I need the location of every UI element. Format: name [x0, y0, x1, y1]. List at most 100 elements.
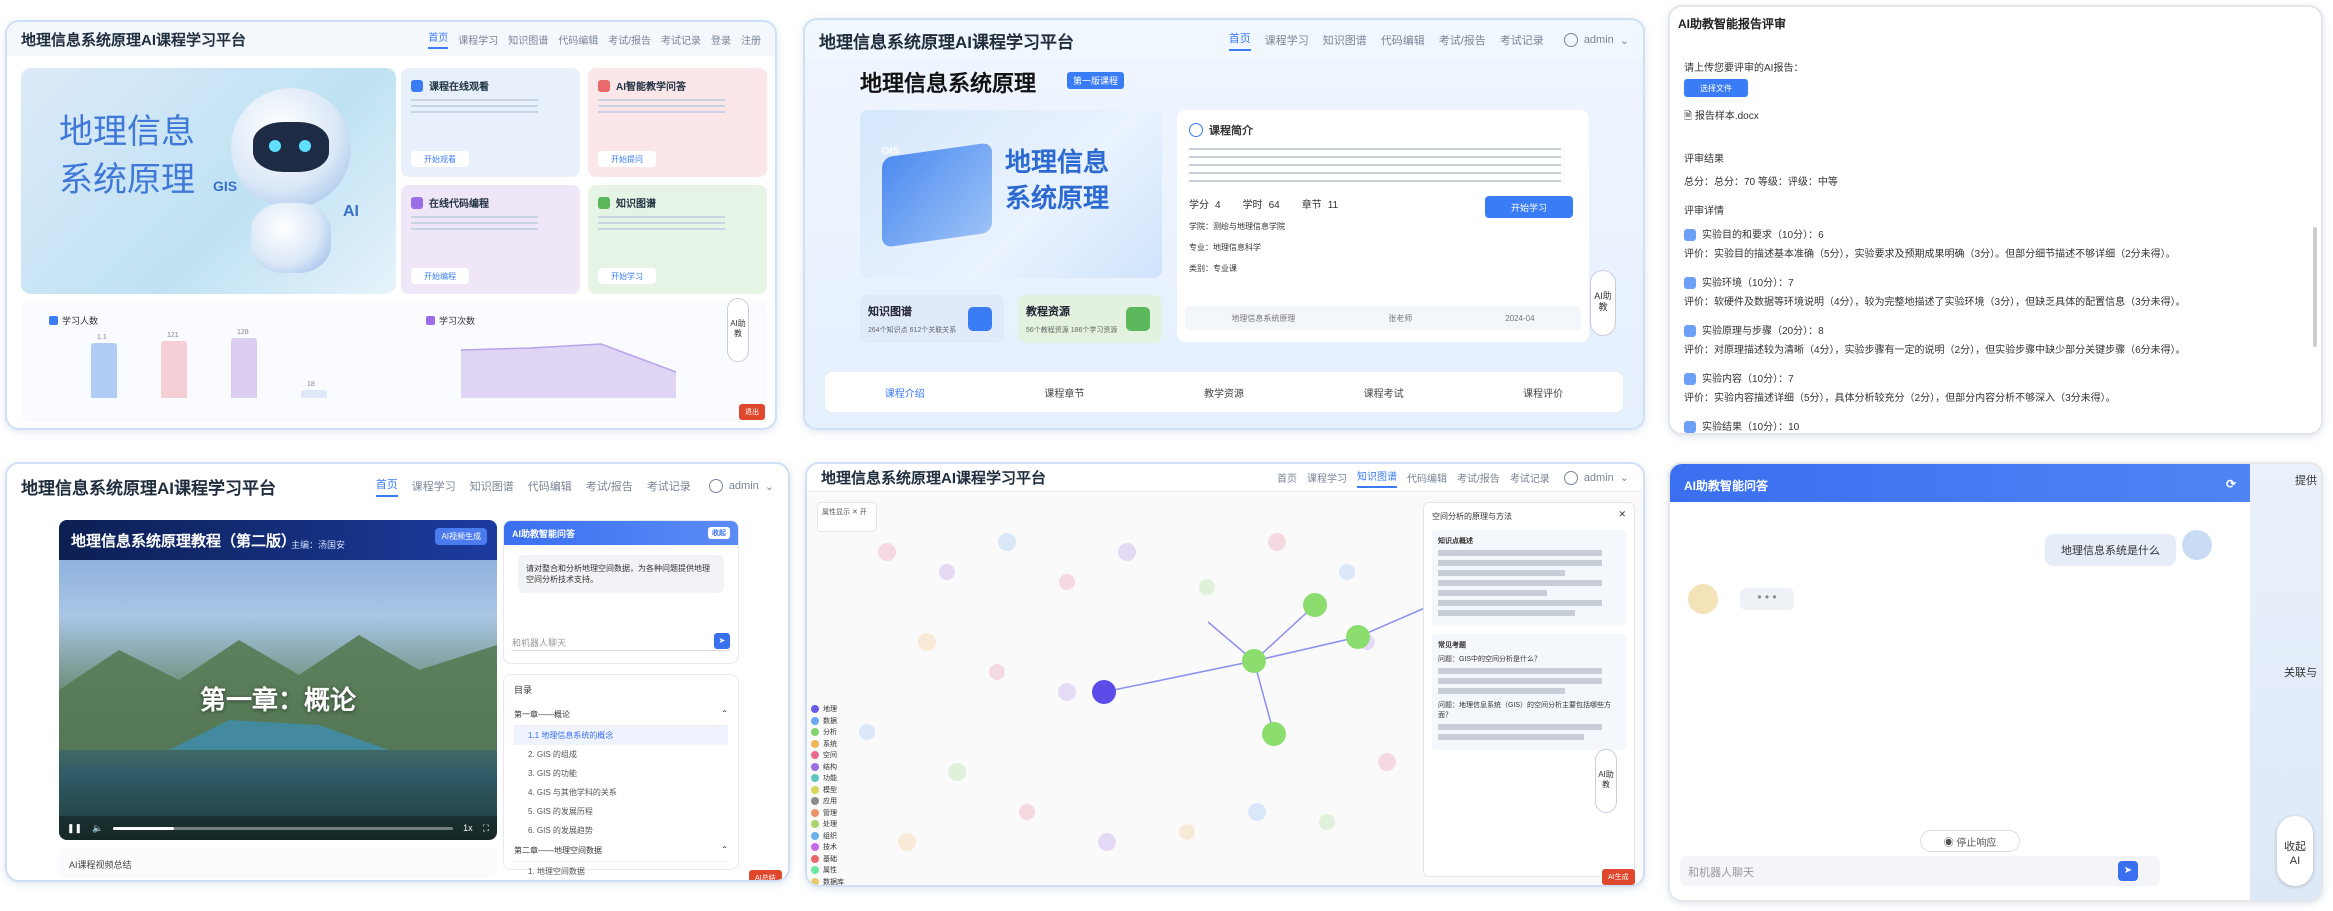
nav-code[interactable]: 代码编辑	[1407, 470, 1447, 485]
nav-exam-records[interactable]: 考试记录	[1510, 470, 1550, 485]
toggle-switch[interactable]: 开	[860, 509, 867, 516]
legend-item[interactable]: 处理	[811, 819, 851, 831]
nav-code[interactable]: 代码编辑	[528, 478, 572, 494]
nav-course[interactable]: 课程学习	[1307, 470, 1347, 485]
nav-home[interactable]: 首页	[428, 29, 449, 49]
legend-item[interactable]: 功能	[811, 773, 851, 785]
nav-home[interactable]: 首页	[1277, 470, 1297, 485]
toc-item[interactable]: 1.1 地理信息系统的概念	[514, 726, 728, 745]
nav-knowledge-graph[interactable]: 知识图谱	[1323, 32, 1367, 48]
feature-card-video[interactable]: 课程在线观看 开始观看	[401, 68, 580, 177]
chevron-up-icon: ⌃	[721, 845, 728, 854]
chat-input[interactable]: 和机器人聊天	[1680, 856, 2160, 886]
toc-item[interactable]: 5. GIS 的发展历程	[514, 802, 728, 821]
user-menu[interactable]: admin ⌄	[1563, 33, 1629, 47]
refresh-icon[interactable]: ⟳	[2226, 477, 2236, 491]
close-icon[interactable]: ✕	[1618, 509, 1626, 520]
graph-icon	[598, 196, 610, 209]
legend-item[interactable]: 属性	[811, 865, 851, 877]
legend-item[interactable]: 管理	[811, 808, 851, 820]
legend-item[interactable]: 技术	[811, 842, 851, 854]
legend-item[interactable]: 地理	[811, 704, 851, 716]
start-watch-button[interactable]: 开始观看	[411, 151, 469, 167]
tab-exam[interactable]: 课程考试	[1364, 385, 1404, 400]
resources-card[interactable]: 教程资源 56个教程资源 186个学习资源	[1018, 295, 1162, 343]
tab-review[interactable]: 课程评价	[1523, 385, 1563, 400]
legend-item[interactable]: 系统	[811, 739, 851, 751]
legend-item[interactable]: 分析	[811, 727, 851, 739]
toc-item[interactable]: 4. GIS 与其他学科的关系	[514, 783, 728, 802]
nav-knowledge-graph[interactable]: 知识图谱	[470, 478, 514, 494]
legend-item[interactable]: 结构	[811, 762, 851, 774]
progress-bar[interactable]	[113, 826, 454, 830]
fullscreen-icon[interactable]: ⛶	[483, 823, 489, 834]
nav-register[interactable]: 注册	[741, 32, 761, 47]
legend-item[interactable]: 数据	[811, 716, 851, 728]
legend-item[interactable]: 基础	[811, 854, 851, 866]
send-icon[interactable]: ➤	[714, 633, 730, 649]
stop-response-button[interactable]: ◉ 停止响应	[1920, 830, 2020, 852]
tab-intro[interactable]: 课程介绍	[885, 385, 925, 400]
nav-code[interactable]: 代码编辑	[1381, 32, 1425, 48]
pause-icon[interactable]: ❚❚	[67, 823, 82, 834]
nav-course[interactable]: 课程学习	[412, 478, 456, 494]
toc-chapter[interactable]: 第二章——地理空间数据 ⌃	[514, 840, 728, 862]
legend-item[interactable]: 数据库	[811, 877, 851, 885]
speed-selector[interactable]: 1x	[463, 823, 473, 833]
feature-card-code[interactable]: 在线代码编程 开始编程	[401, 185, 580, 294]
toc-chapter[interactable]: 第一章——概论 ⌃	[514, 704, 728, 726]
nav-exam-records[interactable]: 考试记录	[1500, 32, 1544, 48]
tab-chapters[interactable]: 课程章节	[1044, 385, 1084, 400]
collapse-button[interactable]: 收起	[708, 527, 730, 539]
choose-file-button[interactable]: 选择文件	[1684, 79, 1748, 97]
volume-icon[interactable]: 🔈	[92, 823, 103, 834]
nav-exam-records[interactable]: 考试记录	[661, 32, 701, 47]
nav-home[interactable]: 首页	[1228, 30, 1251, 51]
feature-card-qa[interactable]: AI智能教学问答 开始提问	[588, 68, 767, 177]
legend-item[interactable]: 组织	[811, 831, 851, 843]
toc-item[interactable]: 6. GIS 的发展趋势	[514, 821, 728, 840]
nav-knowledge-graph[interactable]: 知识图谱	[1357, 468, 1398, 488]
scrollbar[interactable]	[2313, 227, 2317, 347]
feature-card-graph[interactable]: 知识图谱 开始学习	[588, 185, 767, 294]
nav-login[interactable]: 登录	[711, 32, 731, 47]
ai-assistant-button[interactable]: AI助教	[727, 298, 749, 362]
nav-code[interactable]: 代码编辑	[558, 32, 598, 47]
nav-exam-report[interactable]: 考试/报告	[1439, 32, 1486, 48]
ai-summary-button[interactable]: AI总结	[749, 870, 782, 880]
nav-course[interactable]: 课程学习	[1265, 32, 1309, 48]
start-learning-button[interactable]: 开始学习	[1485, 196, 1573, 218]
start-code-button[interactable]: 开始编程	[411, 268, 469, 284]
toc-item[interactable]: 1. 地理空间数据	[514, 862, 728, 880]
start-ask-button[interactable]: 开始提问	[598, 151, 656, 167]
nav-exam-report[interactable]: 考试/报告	[1457, 470, 1500, 485]
ai-generate-button[interactable]: AI生成	[1602, 869, 1635, 885]
graph-filter[interactable]: 属性显示 ✕ 开	[817, 502, 877, 532]
nav-exam-report[interactable]: 考试/报告	[586, 478, 633, 494]
chat-input[interactable]: 和机器人聊天	[512, 633, 730, 651]
legend-item[interactable]: 空间	[811, 750, 851, 762]
ai-assistant-button[interactable]: AI助教	[1595, 749, 1617, 813]
knowledge-graph-card[interactable]: 知识图谱 264个知识点 612个关联关系	[860, 295, 1004, 343]
user-menu[interactable]: admin ⌄	[1563, 470, 1629, 485]
toc-item[interactable]: 2. GIS 的组成	[514, 745, 728, 764]
video-player[interactable]: 地理信息系统原理教程（第二版） 主编：汤国安 AI视频生成 第一章：概论 ❚❚ …	[59, 520, 497, 840]
user-menu[interactable]: admin ⌄	[708, 479, 774, 493]
collapse-ai-button[interactable]: 收起 AI	[2277, 816, 2313, 886]
uploaded-file[interactable]: 🗎 报告样本.docx	[1684, 107, 1759, 126]
nav-knowledge-graph[interactable]: 知识图谱	[508, 32, 548, 47]
ai-assistant-button[interactable]: AI助教	[1590, 270, 1616, 336]
nav-exam-report[interactable]: 考试/报告	[608, 32, 651, 47]
nav-course[interactable]: 课程学习	[458, 32, 498, 47]
tab-resources[interactable]: 教学资源	[1204, 385, 1244, 400]
ai-label: AI	[343, 203, 359, 220]
send-icon[interactable]: ➤	[2118, 861, 2138, 881]
legend-item[interactable]: 模型	[811, 785, 851, 797]
nav-home[interactable]: 首页	[375, 476, 398, 497]
nav-exam-records[interactable]: 考试记录	[647, 478, 691, 494]
logout-button[interactable]: 退出	[739, 404, 765, 420]
ai-video-button[interactable]: AI视频生成	[435, 528, 487, 545]
legend-item[interactable]: 应用	[811, 796, 851, 808]
toc-item[interactable]: 3. GIS 的功能	[514, 764, 728, 783]
start-learn-button[interactable]: 开始学习	[598, 268, 656, 284]
